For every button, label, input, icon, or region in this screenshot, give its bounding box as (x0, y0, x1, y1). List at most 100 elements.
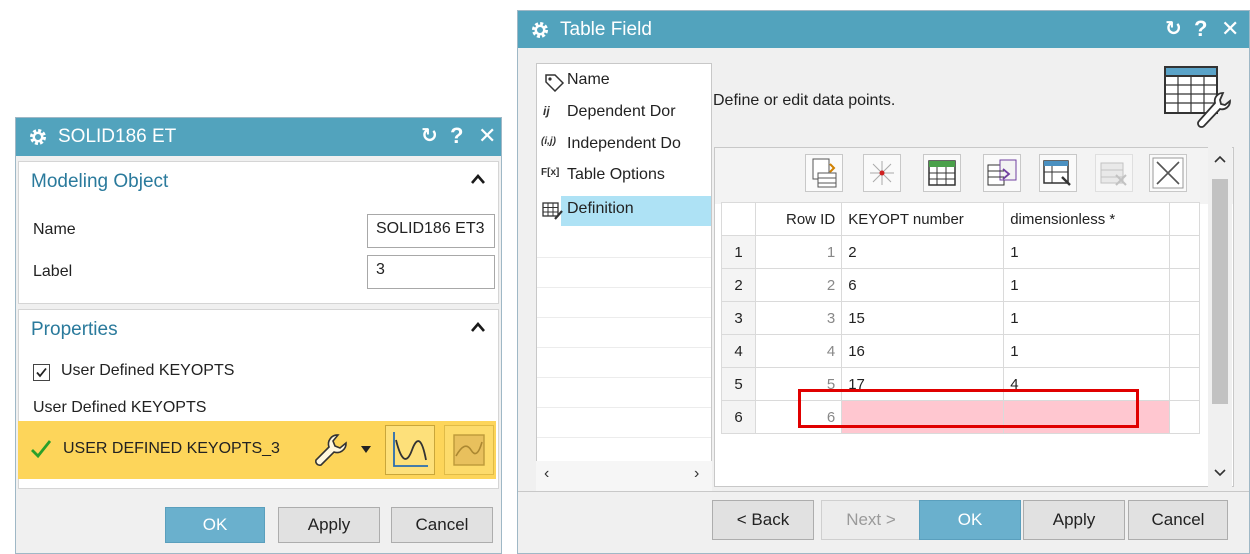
dropdown-arrow-icon[interactable] (361, 446, 371, 454)
corner-cell (721, 202, 756, 236)
table-settings-button[interactable] (1039, 154, 1077, 192)
column-header-keyopt[interactable]: KEYOPT number (841, 202, 1005, 236)
chart-preview-icon (453, 434, 485, 466)
scrollbar-thumb[interactable] (1212, 179, 1228, 404)
filler-cell (1169, 400, 1201, 434)
cancel-button[interactable]: Cancel (1128, 500, 1228, 540)
help-icon[interactable]: ? (1194, 17, 1207, 41)
instruction-text: Define or edit data points. (713, 92, 896, 109)
chevron-up-icon[interactable] (470, 320, 486, 334)
scroll-left-icon[interactable]: ‹ (544, 465, 549, 483)
nav-item-dependent-domain[interactable]: ij Dependent Dor (537, 99, 711, 129)
row-number[interactable]: 3 (721, 301, 756, 335)
dialog-title: SOLID186 ET (58, 126, 177, 147)
close-icon[interactable]: ✕ (1221, 17, 1239, 41)
clear-table-button[interactable] (1149, 154, 1187, 192)
ij-icon: ij (543, 104, 550, 118)
keyopt-cell[interactable]: 16 (841, 334, 1005, 368)
row-id-cell: 4 (754, 334, 843, 368)
nav-item-name[interactable]: Name (537, 67, 711, 97)
row-id-cell: 3 (754, 301, 843, 335)
value-cell[interactable]: 1 (1003, 268, 1171, 302)
table-row[interactable]: 3 3 15 1 (721, 301, 1201, 335)
grid-vertical-scrollbar[interactable] (1208, 147, 1232, 487)
wrench-icon[interactable] (310, 429, 352, 471)
solid186-dialog: SOLID186 ET ↻ ? ✕ Modeling Object Name S… (15, 117, 502, 554)
plot-table-button[interactable] (385, 425, 435, 475)
filler-cell (1169, 334, 1201, 368)
reset-icon[interactable]: ↻ (1165, 17, 1182, 41)
label-input[interactable]: 3 (367, 255, 495, 289)
solid186-titlebar[interactable]: SOLID186 ET ↻ ? ✕ (16, 118, 501, 156)
scatter-points-icon (870, 161, 894, 185)
table-settings-icon (1043, 160, 1071, 186)
properties-header[interactable]: Properties (19, 310, 498, 348)
delete-rows-icon (1100, 162, 1127, 186)
keyopt-cell[interactable]: 15 (841, 301, 1005, 335)
scroll-right-icon[interactable]: › (694, 465, 699, 483)
name-input[interactable]: SOLID186 ET3 (367, 214, 495, 248)
table-field-icon (1164, 66, 1231, 128)
step-navigation: Name ij Dependent Dor (i,j) Independent … (536, 63, 712, 491)
value-cell[interactable]: 1 (1003, 235, 1171, 269)
column-header-dimensionless[interactable]: dimensionless * (1003, 202, 1171, 236)
table-row[interactable]: 4 4 16 1 (721, 334, 1201, 368)
reset-icon[interactable]: ↻ (421, 124, 438, 148)
section-title: Modeling Object (31, 171, 169, 192)
import-data-button[interactable] (805, 154, 843, 192)
map-table-button[interactable] (983, 154, 1021, 192)
label-label: Label (33, 263, 73, 280)
nav-item-table-options[interactable]: F[x] Table Options (537, 162, 711, 192)
keyopts-table-selector[interactable]: USER DEFINED KEYOPTS_3 (18, 421, 496, 479)
row-number[interactable]: 1 (721, 235, 756, 269)
back-button[interactable]: < Back (712, 500, 814, 540)
next-button[interactable]: Next > (821, 500, 921, 540)
gear-icon (30, 129, 46, 145)
delete-rows-button[interactable] (1095, 154, 1133, 192)
table-edit-icon (542, 202, 563, 220)
apply-button[interactable]: Apply (1023, 500, 1125, 540)
row-number[interactable]: 6 (721, 400, 756, 434)
column-header-row-id[interactable]: Row ID (754, 202, 843, 236)
apply-button[interactable]: Apply (278, 507, 380, 543)
section-title: Properties (31, 319, 118, 340)
row-5-highlight-annotation (798, 389, 1139, 428)
ok-button[interactable]: OK (165, 507, 265, 543)
row-number[interactable]: 4 (721, 334, 756, 368)
table-row[interactable]: 1 1 2 1 (721, 235, 1201, 269)
table-map-icon (987, 159, 1017, 186)
value-cell[interactable]: 1 (1003, 301, 1171, 335)
cancel-button[interactable]: Cancel (391, 507, 493, 543)
scroll-down-icon[interactable] (1214, 469, 1226, 477)
nav-item-independent-domain[interactable]: (i,j) Independent Do (537, 131, 711, 161)
nav-horizontal-scrollbar[interactable]: ‹ › (536, 461, 712, 491)
selected-table-name: USER DEFINED KEYOPTS_3 (63, 440, 280, 457)
ij-paren-icon: (i,j) (541, 136, 556, 147)
help-icon[interactable]: ? (450, 124, 463, 148)
fx-icon: F[x] (541, 167, 560, 178)
modeling-object-header[interactable]: Modeling Object (19, 162, 498, 200)
user-defined-keyopts-checkbox[interactable] (33, 364, 50, 381)
table-icon (928, 160, 956, 186)
chevron-up-icon[interactable] (470, 172, 486, 186)
table-field-titlebar[interactable]: Table Field ↻ ? ✕ (518, 11, 1249, 48)
data-grid-container: Row ID KEYOPT number dimensionless * 1 1… (714, 147, 1234, 487)
close-icon[interactable]: ✕ (478, 124, 496, 148)
nav-item-definition[interactable]: Definition (561, 196, 711, 226)
row-number[interactable]: 5 (721, 367, 756, 401)
chart-preview-button[interactable] (444, 425, 494, 475)
import-table-icon (812, 158, 837, 188)
gear-icon (532, 22, 548, 38)
value-cell[interactable]: 1 (1003, 334, 1171, 368)
keyopt-cell[interactable]: 2 (841, 235, 1005, 269)
edit-table-button[interactable] (923, 154, 961, 192)
table-header-row: Row ID KEYOPT number dimensionless * (721, 202, 1201, 236)
table-row[interactable]: 2 2 6 1 (721, 268, 1201, 302)
filler-cell (1169, 301, 1201, 335)
row-id-cell: 1 (754, 235, 843, 269)
row-number[interactable]: 2 (721, 268, 756, 302)
scroll-up-icon[interactable] (1214, 155, 1226, 163)
sample-points-button[interactable] (863, 154, 901, 192)
keyopt-cell[interactable]: 6 (841, 268, 1005, 302)
ok-button[interactable]: OK (919, 500, 1021, 540)
